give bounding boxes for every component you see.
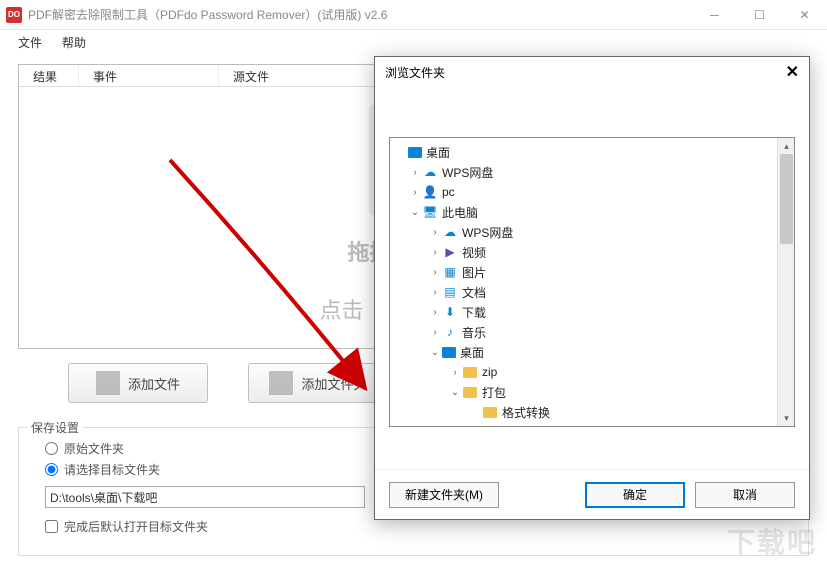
video-icon: ▶	[442, 244, 458, 260]
tree-item[interactable]: 格式转换	[392, 402, 792, 422]
download-icon: ⬇	[442, 304, 458, 320]
tree-label: WPS网盘	[462, 224, 513, 241]
tree-label: 视频	[462, 244, 486, 261]
desktop-icon	[442, 347, 456, 358]
browse-folder-dialog: 浏览文件夹 ✕ 桌面›☁WPS网盘›👤pc⌄🖥此电脑›☁WPS网盘›▶视频›▦图…	[374, 56, 810, 520]
pc-icon: 🖥	[422, 204, 438, 220]
expander-icon[interactable]: ›	[428, 307, 442, 318]
tree-label: 打包	[482, 384, 506, 401]
expander-icon[interactable]: ⌄	[428, 347, 442, 358]
scroll-thumb[interactable]	[780, 154, 793, 244]
tree-label: 图片	[462, 264, 486, 281]
tree-item[interactable]: ›♪音乐	[392, 322, 792, 342]
minimize-button[interactable]: ─	[692, 0, 737, 30]
dialog-close-button[interactable]: ✕	[786, 62, 799, 82]
col-result[interactable]: 结果	[19, 65, 79, 86]
expander-icon[interactable]: ›	[428, 327, 442, 338]
save-settings-legend: 保存设置	[27, 419, 83, 436]
expander-icon[interactable]: ›	[408, 187, 422, 198]
tree-item[interactable]: › zip	[392, 362, 792, 382]
menu-help[interactable]: 帮助	[52, 31, 96, 54]
target-path-input[interactable]	[45, 486, 365, 508]
ok-button[interactable]: 确定	[585, 482, 685, 508]
close-button[interactable]: ✕	[782, 0, 827, 30]
dialog-title: 浏览文件夹	[385, 64, 786, 81]
music-icon: ♪	[442, 324, 458, 340]
add-file-icon	[96, 371, 120, 395]
picture-icon: ▦	[442, 264, 458, 280]
tree-label: 文档	[462, 284, 486, 301]
desktop-icon	[408, 147, 422, 158]
expander-icon[interactable]: ›	[428, 227, 442, 238]
tree-label: 桌面	[460, 344, 484, 361]
tree-label: WPS网盘	[442, 164, 493, 181]
radio-original-input[interactable]	[45, 442, 58, 455]
titlebar: DO PDF解密去除限制工具（PDFdo Password Remover）(试…	[0, 0, 827, 30]
tree-item[interactable]: ›👤 pc	[392, 182, 792, 202]
scroll-down-icon[interactable]: ▾	[778, 410, 795, 426]
add-folder-button[interactable]: 添加文件夹	[248, 363, 388, 403]
new-folder-button[interactable]: 新建文件夹(M)	[389, 482, 499, 508]
folder-tree[interactable]: 桌面›☁WPS网盘›👤pc⌄🖥此电脑›☁WPS网盘›▶视频›▦图片›▤文档›⬇下…	[389, 137, 795, 427]
tree-label: 此电脑	[442, 204, 478, 221]
menubar: 文件 帮助	[0, 30, 827, 54]
tree-item[interactable]: ⌄ 桌面	[392, 342, 792, 362]
tree-item[interactable]: ⌄🖥此电脑	[392, 202, 792, 222]
tree-label: 下载	[462, 304, 486, 321]
user-icon: 👤	[422, 184, 438, 200]
cancel-button[interactable]: 取消	[695, 482, 795, 508]
expander-icon[interactable]: ⌄	[448, 387, 462, 398]
document-icon: ▤	[442, 284, 458, 300]
tree-item[interactable]: ›▤文档	[392, 282, 792, 302]
expander-icon[interactable]: ⌄	[408, 207, 422, 218]
add-folder-icon	[269, 371, 293, 395]
expander-icon[interactable]: ›	[448, 367, 462, 378]
watermark: 下载吧	[727, 521, 817, 561]
tree-label: 格式转换	[502, 404, 550, 421]
tree-item[interactable]: ›▦图片	[392, 262, 792, 282]
menu-file[interactable]: 文件	[8, 31, 52, 54]
tree-item[interactable]: ⌄ 打包	[392, 382, 792, 402]
drop-hint-2: 点击	[319, 293, 363, 325]
maximize-button[interactable]: ☐	[737, 0, 782, 30]
checkbox-open-after[interactable]: 完成后默认打开目标文件夹	[45, 518, 782, 535]
cloud-icon: ☁	[442, 224, 458, 240]
scroll-up-icon[interactable]: ▴	[778, 138, 795, 154]
checkbox-open-after-input[interactable]	[45, 520, 58, 533]
app-icon: DO	[6, 7, 22, 23]
folder-icon	[462, 384, 478, 400]
col-event[interactable]: 事件	[79, 65, 219, 86]
tree-item[interactable]: ›⬇下载	[392, 302, 792, 322]
tree-item[interactable]: ›☁WPS网盘	[392, 222, 792, 242]
expander-icon[interactable]: ›	[428, 287, 442, 298]
tree-label: zip	[482, 365, 497, 379]
window-title: PDF解密去除限制工具（PDFdo Password Remover）(试用版)…	[28, 6, 692, 23]
tree-item[interactable]: ›▶视频	[392, 242, 792, 262]
tree-label: pc	[442, 185, 455, 199]
expander-icon[interactable]: ›	[428, 247, 442, 258]
expander-icon[interactable]: ›	[408, 167, 422, 178]
tree-label: 音乐	[462, 324, 486, 341]
folder-icon	[482, 404, 498, 420]
tree-label: 桌面	[426, 144, 450, 161]
tree-item[interactable]: ›☁WPS网盘	[392, 162, 792, 182]
add-file-button[interactable]: 添加文件	[68, 363, 208, 403]
cloud-icon: ☁	[422, 164, 438, 180]
radio-target-input[interactable]	[45, 463, 58, 476]
tree-item[interactable]: 桌面	[392, 142, 792, 162]
tree-scrollbar[interactable]: ▴ ▾	[777, 138, 794, 426]
expander-icon[interactable]: ›	[428, 267, 442, 278]
folder-icon	[462, 364, 478, 380]
